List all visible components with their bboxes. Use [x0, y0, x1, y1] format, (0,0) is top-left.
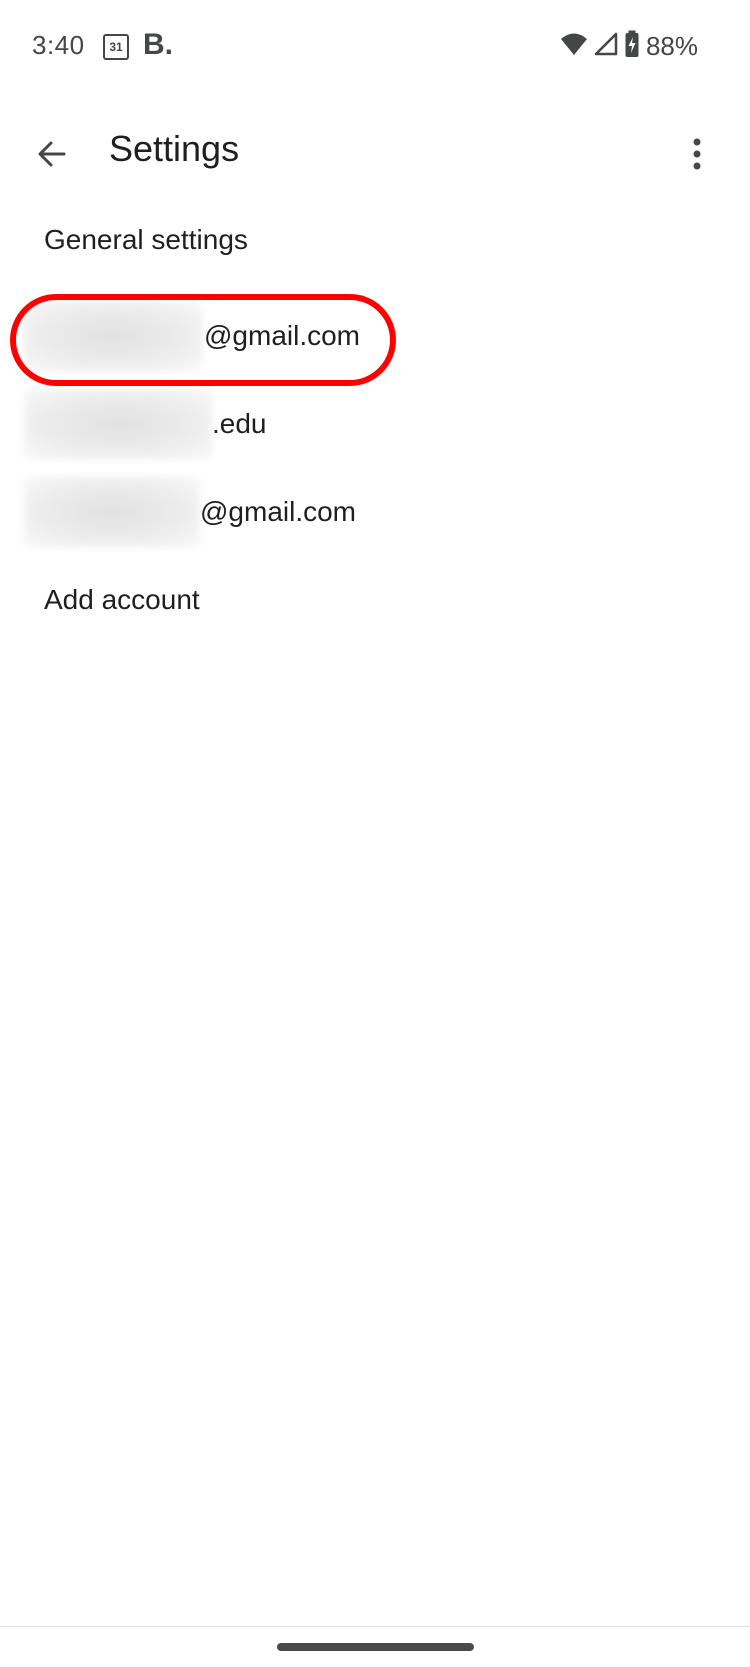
gesture-nav-handle[interactable]: [277, 1643, 474, 1651]
status-bar: 3:40 31 B. 88%: [0, 0, 750, 92]
more-options-button[interactable]: [672, 124, 722, 184]
nav-divider: [0, 1626, 750, 1627]
add-account-item[interactable]: Add account: [0, 556, 750, 644]
redacted-email-blur: [24, 301, 202, 371]
battery-charging-icon: [624, 30, 640, 63]
redacted-email-blur: [24, 477, 200, 547]
redacted-email-blur: [24, 389, 212, 459]
more-vert-icon: [693, 138, 701, 170]
signal-icon: [594, 32, 618, 61]
calendar-icon: 31: [103, 34, 129, 60]
account-item-3[interactable]: @gmail.com: [0, 468, 750, 556]
account-item-1[interactable]: @gmail.com: [0, 292, 750, 380]
b-app-icon: B.: [143, 28, 173, 61]
wifi-icon: [560, 32, 588, 61]
page-title: Settings: [109, 128, 240, 169]
status-right-group: 88%: [560, 30, 698, 62]
general-settings-label: General settings: [44, 224, 248, 255]
arrow-back-icon: [38, 141, 66, 167]
settings-list: General settings @gmail.com .edu @gmail.…: [0, 210, 750, 644]
account-item-2[interactable]: .edu: [0, 380, 750, 468]
general-settings-item[interactable]: General settings: [0, 210, 750, 270]
add-account-label: Add account: [44, 584, 200, 615]
back-button[interactable]: [22, 124, 82, 184]
account-email-suffix: @gmail.com: [200, 496, 357, 527]
app-bar: Settings: [0, 100, 750, 210]
battery-percent: 88%: [645, 30, 698, 61]
status-time: 3:40: [32, 30, 85, 60]
account-email-suffix: @gmail.com: [204, 320, 361, 351]
account-email-suffix: .edu: [212, 408, 267, 439]
